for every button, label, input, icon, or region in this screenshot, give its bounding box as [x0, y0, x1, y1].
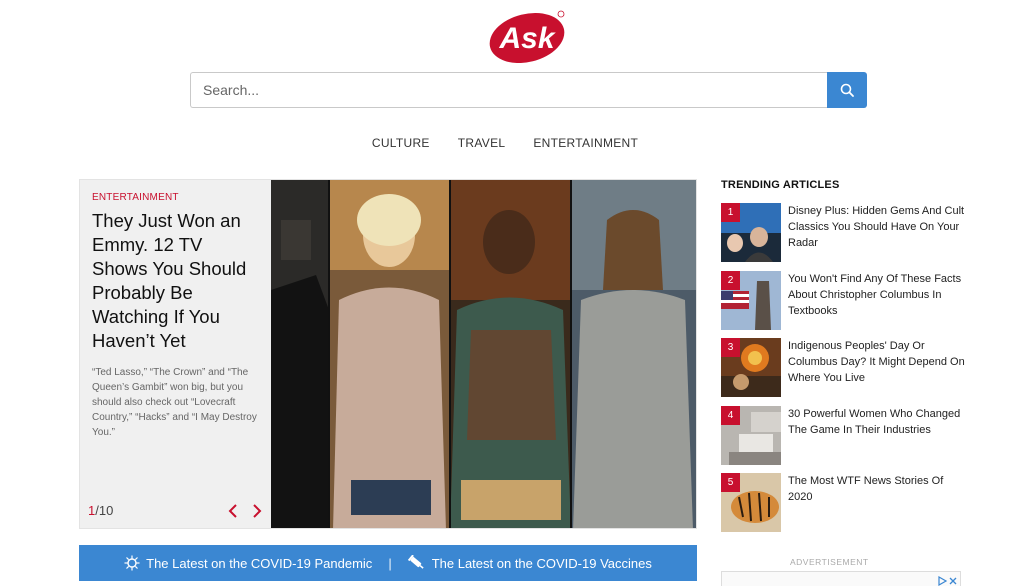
trending-title[interactable]: The Most WTF News Stories Of 2020 — [788, 473, 966, 541]
ask-logo[interactable]: Ask — [488, 8, 566, 63]
hero-text-panel: ENTERTAINMENT They Just Won an Emmy. 12 … — [80, 180, 272, 528]
trending-heading: TRENDING ARTICLES — [721, 179, 840, 191]
hero-description: “Ted Lasso,” “The Crown” and “The Queen’… — [92, 367, 257, 438]
trending-item-2[interactable]: 2 You Won't Find Any Of These Facts Abou… — [721, 270, 966, 339]
nav-travel[interactable]: TRAVEL — [458, 136, 506, 150]
hero-category[interactable]: ENTERTAINMENT — [92, 192, 260, 203]
covid-separator: | — [388, 555, 392, 571]
slide-counter: 1/10 — [88, 503, 113, 518]
trending-thumb[interactable]: 1 — [721, 203, 781, 262]
trending-thumb[interactable]: 3 — [721, 338, 781, 397]
trending-title[interactable]: Indigenous Peoples' Day Or Columbus Day?… — [788, 338, 966, 406]
search-icon — [840, 83, 854, 97]
trending-number: 4 — [721, 405, 740, 425]
close-ad-icon[interactable] — [948, 573, 958, 585]
covid-pandemic-link[interactable]: The Latest on the COVID-19 Pandemic — [124, 555, 372, 571]
trending-thumb[interactable]: 4 — [721, 405, 781, 465]
search-input[interactable] — [190, 72, 827, 108]
next-slide-button[interactable] — [250, 503, 264, 519]
trending-title[interactable]: 30 Powerful Women Who Changed The Game I… — [788, 406, 966, 474]
covid-pandemic-label: The Latest on the COVID-19 Pandemic — [146, 555, 373, 571]
trending-number: 1 — [721, 203, 740, 222]
slide-arrows — [226, 503, 264, 519]
svg-text:Ask: Ask — [498, 22, 555, 55]
category-nav: CULTURE TRAVEL ENTERTAINMENT — [0, 136, 1010, 150]
chevron-right-icon — [253, 504, 262, 518]
covid-vaccines-link[interactable]: The Latest on the COVID-19 Vaccines — [407, 555, 652, 571]
chevron-left-icon — [228, 504, 237, 518]
trending-list: 1 Disney Plus: Hidden Gems And Cult Clas… — [721, 203, 966, 541]
prev-slide-button[interactable] — [226, 503, 240, 519]
trending-item-4[interactable]: 4 30 Powerful Women Who Changed The Game… — [721, 405, 966, 474]
trending-thumb[interactable]: 2 — [721, 270, 781, 330]
advertisement-box[interactable] — [721, 571, 961, 586]
nav-culture[interactable]: CULTURE — [372, 136, 430, 150]
trending-item-1[interactable]: 1 Disney Plus: Hidden Gems And Cult Clas… — [721, 203, 966, 271]
hero-title[interactable]: They Just Won an Emmy. 12 TV Shows You S… — [92, 209, 260, 353]
hero-image[interactable] — [271, 180, 696, 528]
trending-number: 2 — [721, 270, 740, 290]
trending-number: 3 — [721, 338, 740, 357]
trending-number: 5 — [721, 473, 740, 492]
trending-title[interactable]: Disney Plus: Hidden Gems And Cult Classi… — [788, 203, 966, 271]
covid-banner: The Latest on the COVID-19 Pandemic | Th… — [79, 545, 697, 581]
advertisement-label: ADVERTISEMENT — [790, 557, 869, 567]
search-bar — [190, 72, 867, 108]
virus-icon — [124, 555, 140, 571]
nav-entertainment[interactable]: ENTERTAINMENT — [533, 136, 638, 150]
trending-thumb[interactable]: 5 — [721, 473, 781, 532]
syringe-icon — [407, 555, 424, 569]
search-button[interactable] — [827, 72, 867, 108]
covid-vaccines-label: The Latest on the COVID-19 Vaccines — [431, 555, 652, 571]
hero-carousel: ENTERTAINMENT They Just Won an Emmy. 12 … — [79, 179, 697, 529]
trending-item-5[interactable]: 5 The Most WTF News Stories Of 2020 — [721, 473, 966, 541]
adchoices-icon[interactable] — [937, 573, 948, 586]
trending-title[interactable]: You Won't Find Any Of These Facts About … — [788, 271, 966, 339]
trending-item-3[interactable]: 3 Indigenous Peoples' Day Or Columbus Da… — [721, 338, 966, 406]
slide-counter-total: /10 — [95, 503, 114, 518]
